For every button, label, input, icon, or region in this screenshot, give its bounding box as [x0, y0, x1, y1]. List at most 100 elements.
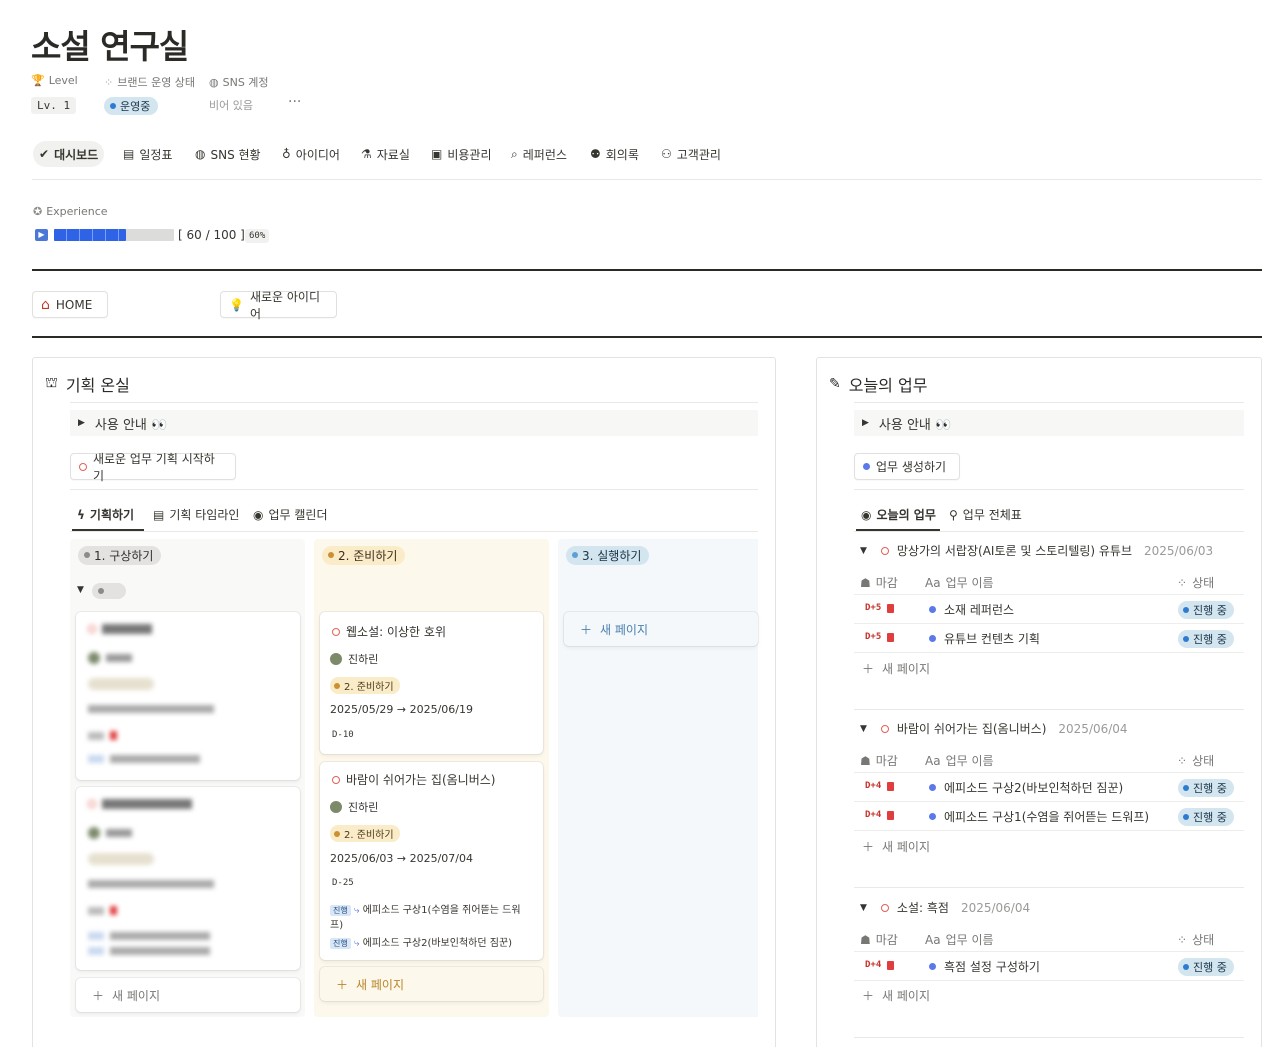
board-card[interactable]: 웹소설: 이상한 호위 진하린 2. 준비하기 2025/05/29 → 202… [320, 612, 543, 754]
trophy-icon: 🏆 [31, 74, 45, 87]
sns-value[interactable]: 비어 있음 [209, 97, 253, 113]
column-header-status[interactable]: ⁘ 상태 [1177, 574, 1214, 591]
dday-badge: D+4 [865, 781, 895, 791]
column-header-name[interactable]: Aa 업무 이름 [925, 931, 994, 948]
board-card[interactable]: 바람이 쉬어가는 집(옴니버스) 진하린 2. 준비하기 2025/06/03 … [320, 762, 543, 960]
tab-schedule[interactable]: ▤ 일정표 [117, 141, 178, 167]
new-page-button[interactable]: ＋ 새 페이지 [76, 978, 300, 1012]
more-button[interactable]: ··· [288, 94, 301, 110]
tab-expenses[interactable]: ▣ 비용관리 [425, 141, 498, 167]
tab-dashboard[interactable]: ✔ 대시보드 [33, 141, 105, 167]
task-name[interactable]: 유튜브 컨텐츠 기획 [929, 630, 1040, 647]
badge-icon: ✪ [33, 205, 43, 218]
planning-panel-title: ⛫ 기획 온실 [45, 375, 130, 395]
tab-customers[interactable]: ⚇ 고객관리 [655, 141, 727, 167]
group-chip[interactable] [92, 583, 126, 599]
divider [32, 179, 1262, 180]
dday-badge: D+5 [865, 632, 895, 642]
level-property-label[interactable]: 🏆 Level [31, 74, 78, 87]
board-card-blurred[interactable] [76, 612, 300, 780]
card-task[interactable]: 진행 ⤷ 에피소드 구상2(바보인척하던 짐꾼) [330, 934, 530, 949]
view-tab-today[interactable]: ◉ 오늘의 업무 [861, 506, 936, 523]
experience-percent: 60% [245, 229, 270, 243]
column-header-status[interactable]: ⁘ 상태 [1177, 752, 1214, 769]
tab-ideas[interactable]: ♁ 아이디어 [276, 141, 346, 167]
task-name[interactable]: 에피소드 구상1(수염을 쥐어뜯는 드워프) [929, 808, 1149, 825]
card-person: 진하린 [348, 653, 379, 666]
tab-meetings[interactable]: ⚉ 회의록 [584, 141, 645, 167]
start-planning-button[interactable]: 새로운 업무 기획 시작하기 [70, 452, 236, 483]
divider-thick [32, 336, 1262, 338]
sns-property-label[interactable]: ◍ SNS 계정 [209, 74, 269, 90]
column-header-status[interactable]: ⁘ 상태 [1177, 931, 1214, 948]
dday-badge: D+5 [865, 603, 895, 613]
view-tab-planning[interactable]: ϟ 기획하기 [77, 506, 134, 523]
column-header-ideation[interactable]: 1. 구상하기 [72, 539, 304, 571]
column-header-deadline[interactable]: ☗ 마감 [860, 931, 898, 948]
brand-status-property-label[interactable]: ⁘ 브랜드 운영 상태 [104, 74, 195, 90]
card-task[interactable]: 진행 ⤷ 에피소드 구상1(수염을 쥐어뜯는 드워프) [330, 903, 530, 933]
flask-icon: ⚗ [361, 147, 372, 161]
task-group-header[interactable]: ▼ 망상가의 서랍장(AI토론 및 스토리텔링) 유튜브 2025/06/03 [860, 542, 1213, 559]
row-divider [854, 652, 1244, 653]
plus-icon: ＋ [862, 662, 875, 676]
column-header-deadline[interactable]: ☗ 마감 [860, 752, 898, 769]
plus-icon: ＋ [862, 989, 875, 1003]
status-badge[interactable]: 진행 중 [1178, 958, 1234, 976]
plus-icon: ＋ [580, 622, 593, 637]
circle-icon [880, 724, 889, 733]
usage-guide-toggle[interactable]: ▶ 사용 안내 👀 [854, 410, 1244, 436]
column-header-name[interactable]: Aa 업무 이름 [925, 752, 994, 769]
experience-text: [ 60 / 100 ] [178, 228, 245, 242]
task-name[interactable]: 에피소드 구상2(바보인척하던 짐꾼) [929, 779, 1123, 796]
tab-sns[interactable]: ◍ SNS 현황 [189, 141, 267, 167]
tab-references[interactable]: ⌕ 레퍼런스 [505, 141, 573, 167]
task-name[interactable]: 소재 레퍼런스 [929, 601, 1014, 618]
new-idea-button[interactable]: 💡 새로운 아이디어 [220, 290, 337, 321]
view-tab-calendar[interactable]: ◉ 업무 캘린더 [253, 506, 328, 523]
home-button[interactable]: ⌂ HOME [32, 291, 108, 318]
divider [70, 402, 758, 403]
new-page-button[interactable]: ＋ 새 페이지 [862, 987, 930, 1004]
status-dot [110, 103, 116, 109]
experience-progress-bar [54, 229, 174, 241]
status-badge[interactable]: 운영중 [104, 97, 159, 115]
link-icon: ⤷ [353, 905, 360, 916]
status-badge[interactable]: 진행 중 [1178, 808, 1234, 826]
loading-icon: ⁘ [1177, 575, 1188, 590]
status-badge[interactable]: 진행 중 [1178, 630, 1234, 648]
status-dot [328, 552, 334, 558]
new-page-button[interactable]: ＋ 새 페이지 [320, 967, 543, 1001]
task-name[interactable]: 흑점 설정 구성하기 [929, 958, 1040, 975]
view-tab-all[interactable]: ⚲ 업무 전체표 [949, 506, 1022, 523]
globe-icon: ◍ [209, 75, 219, 89]
column-header-name[interactable]: Aa 업무 이름 [925, 574, 994, 591]
view-tab-timeline[interactable]: ▤ 기획 타임라인 [153, 506, 239, 523]
status-dot [98, 588, 104, 594]
row-divider [854, 830, 1244, 831]
ghost-icon: ☗ [860, 753, 871, 768]
new-page-button[interactable]: ＋ 새 페이지 [862, 660, 930, 677]
status-badge[interactable]: 진행 중 [1178, 601, 1234, 619]
new-page-button[interactable]: ＋ 새 페이지 [564, 612, 758, 646]
triangle-down-icon: ▼ [860, 902, 867, 913]
create-task-button[interactable]: 업무 생성하기 [854, 453, 960, 480]
status-badge[interactable]: 진행 중 [1178, 779, 1234, 797]
triangle-down-icon: ▼ [860, 545, 867, 556]
check-badge-icon: ✔ [39, 147, 50, 161]
row-divider [854, 980, 1244, 981]
status-badge: 2. 준비하기 [330, 677, 400, 694]
new-page-button[interactable]: ＋ 새 페이지 [862, 838, 930, 855]
task-group-header[interactable]: ▼ 바람이 쉬어가는 집(옴니버스) 2025/06/04 [860, 720, 1128, 737]
task-group-header[interactable]: ▼ 소설: 흑점 2025/06/04 [860, 899, 1030, 916]
column-header-deadline[interactable]: ☗ 마감 [860, 574, 898, 591]
triangle-down-icon[interactable]: ▼ [77, 585, 84, 595]
column-header-preparing[interactable]: 2. 준비하기 [316, 539, 548, 571]
board-card-blurred[interactable] [76, 787, 300, 970]
level-value[interactable]: Lv. 1 [31, 97, 77, 114]
column-header-executing[interactable]: 3. 실행하기 [560, 539, 756, 571]
tab-library[interactable]: ⚗ 자료실 [355, 141, 416, 167]
money-icon: ▣ [431, 147, 443, 161]
usage-guide-toggle[interactable]: ▶ 사용 안내 👀 [70, 410, 758, 436]
divider [854, 402, 1244, 403]
